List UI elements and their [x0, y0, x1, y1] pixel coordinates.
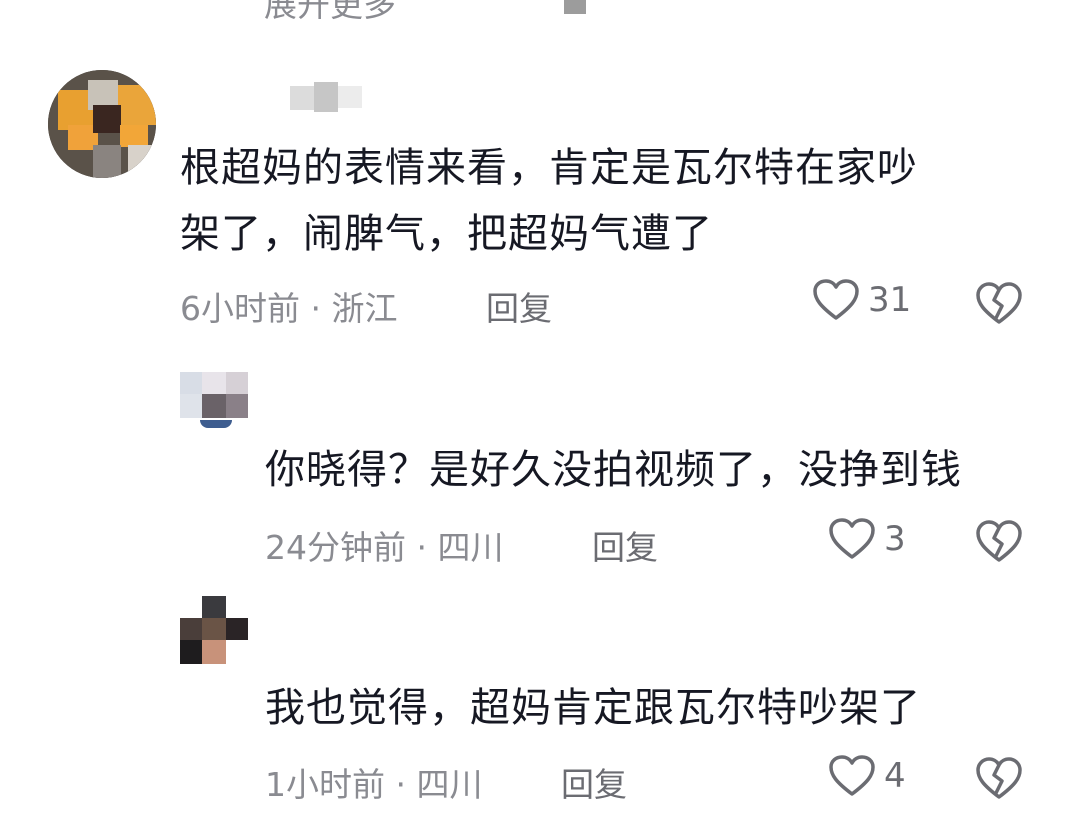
avatar[interactable]: [48, 70, 156, 178]
avatar[interactable]: [180, 372, 248, 440]
like-count: 4: [884, 756, 906, 796]
comment-text: 根超妈的表情来看，肯定是瓦尔特在家吵 架了，闹脾气，把超妈气遭了: [180, 135, 1040, 267]
avatar[interactable]: [180, 596, 248, 664]
like-count: 31: [868, 280, 912, 320]
broken-heart-icon[interactable]: [974, 518, 1024, 564]
heart-outline-icon: [829, 755, 875, 796]
reply-text: 我也觉得，超妈肯定跟瓦尔特吵架了: [265, 685, 921, 731]
like-count: 3: [884, 519, 906, 559]
heart-outline-icon: [813, 279, 859, 320]
expand-chevron-icon: [564, 0, 586, 14]
reply-text: 你晓得？是好久没拍视频了，没挣到钱: [265, 447, 962, 493]
comment-text-line: 根超妈的表情来看，肯定是瓦尔特在家吵: [180, 145, 918, 191]
reply-button[interactable]: 回复: [561, 758, 627, 806]
username-blurred[interactable]: [290, 78, 362, 118]
like-button[interactable]: 3: [828, 517, 906, 561]
heart-outline-icon: [829, 518, 875, 559]
expand-more-link[interactable]: 展开更多: [264, 0, 396, 26]
comment-meta: 1小时前 · 四川: [265, 765, 483, 804]
like-button[interactable]: 31: [812, 278, 911, 322]
reply-button[interactable]: 回复: [486, 282, 552, 330]
comment-meta: 24分钟前 · 四川: [265, 528, 504, 567]
like-button[interactable]: 4: [828, 754, 906, 798]
comment-meta: 6小时前 · 浙江: [180, 289, 398, 328]
broken-heart-icon[interactable]: [974, 755, 1024, 801]
reply-button[interactable]: 回复: [592, 521, 658, 569]
comment-text-line: 架了，闹脾气，把超妈气遭了: [180, 211, 713, 257]
broken-heart-icon[interactable]: [974, 280, 1024, 326]
